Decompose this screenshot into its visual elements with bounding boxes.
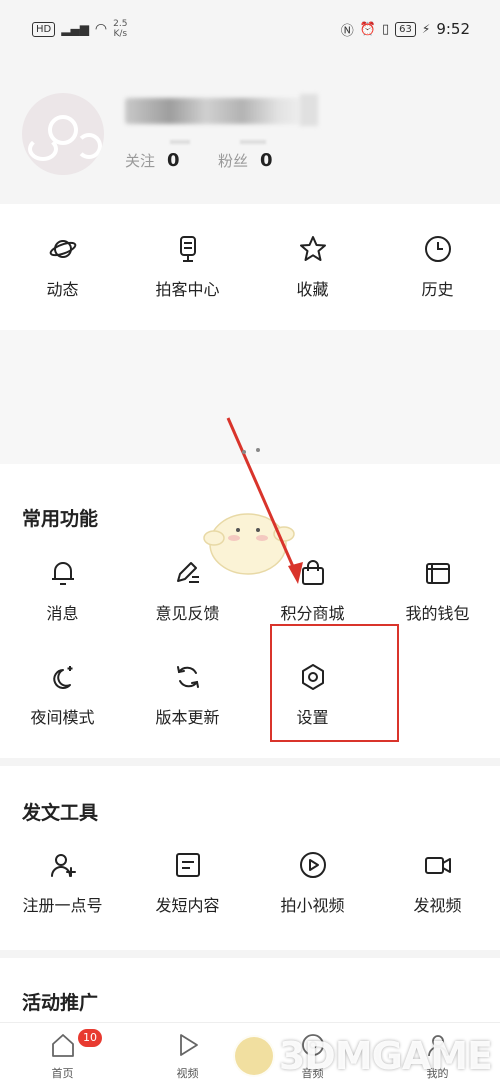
shortcut-label: 动态 [46,280,79,299]
blur-mark-2 [240,140,266,144]
shortcut-label: 收藏 [296,280,329,299]
watermark-text: 3DMGAME [278,1034,493,1078]
avatar-decor-right [76,133,102,159]
section-title: 发文工具 [22,802,99,824]
avatar-decor-left [28,137,58,161]
section-title: 活动推广 [22,992,99,1014]
add-user-icon [48,850,78,880]
shortcut-row: 动态 拍客中心 收藏 历史 [0,234,500,300]
shortcut-label: 历史 [421,280,454,299]
speed-unit: K/s [113,29,128,39]
menu-messages[interactable]: 消息 [0,558,125,624]
menu-label: 积分商城 [280,604,345,623]
blur-mark [170,140,190,144]
username-blurred-tail [300,94,318,126]
menu-wallet[interactable]: 我的钱包 [375,558,500,624]
nfc-icon: Ⓝ [340,23,354,39]
vibrate-icon: ▯ [381,21,390,37]
tools-row: 注册一点号 发短内容 拍小视频 发视频 [0,850,500,916]
alarm-icon: ⏰ [359,21,376,37]
avatar[interactable] [22,93,104,175]
planet-icon [48,234,78,264]
profile-header: 关注 0 粉丝 0 [0,58,500,204]
tool-post-video[interactable]: 发视频 [375,850,500,916]
settings-highlight-box [270,624,399,742]
hd-indicator: HD [32,21,56,37]
video-camera-icon [423,850,453,880]
status-bar-left: HD ▂▄▆ ◠ 2.5 K/s [32,19,127,39]
play-icon [174,1031,202,1063]
fans-stat[interactable]: 粉丝 0 [218,150,273,171]
battery-indicator: 63 [395,21,416,37]
menu-night-mode[interactable]: 夜间模式 [0,662,125,728]
microphone-icon [173,234,203,264]
menu-version-update[interactable]: 版本更新 [125,662,250,728]
clock-time: 9:52 [436,20,470,38]
refresh-icon [173,662,203,692]
wallet-icon [423,558,453,588]
menu-label: 夜间模式 [30,708,95,727]
banner-area [0,330,500,464]
speed-value: 2.5 [113,19,128,29]
common-functions-card: 常用功能 消息 意见反馈 积分商城 我的钱包 夜间模式 版本更新 设置 [0,464,500,758]
tool-register-yidian[interactable]: 注册一点号 [0,850,125,916]
moon-icon [48,662,78,692]
notification-badge: 10 [78,1029,102,1047]
shortcut-paike-center[interactable]: 拍客中心 [125,234,250,300]
fans-label: 粉丝 [218,152,249,170]
signal-icon: ▂▄▆ [61,22,89,36]
menu-feedback[interactable]: 意见反馈 [125,558,250,624]
watermark: 3DMGAME [232,1034,493,1078]
follow-count: 0 [167,150,180,171]
clock-icon [423,234,453,264]
play-circle-icon [298,850,328,880]
shopping-bag-icon [298,558,328,588]
tool-label: 注册一点号 [22,896,103,915]
tool-label: 发短内容 [155,896,220,915]
menu-label: 消息 [46,604,79,623]
menu-points-mall[interactable]: 积分商城 [250,558,375,624]
shortcut-favorites[interactable]: 收藏 [250,234,375,300]
nav-label: 视频 [176,1067,199,1080]
status-bar: HD ▂▄▆ ◠ 2.5 K/s Ⓝ ⏰ ▯ 63 ⚡ 9:52 [0,0,500,58]
tool-short-video[interactable]: 拍小视频 [250,850,375,916]
charging-icon: ⚡ [421,22,431,36]
follow-label: 关注 [125,152,156,170]
home-icon [49,1031,77,1063]
status-bar-right: Ⓝ ⏰ ▯ 63 ⚡ 9:52 [341,20,470,39]
common-row-1: 消息 意见反馈 积分商城 我的钱包 [0,558,500,624]
shortcut-history[interactable]: 历史 [375,234,500,300]
shortcut-card: 动态 拍客中心 收藏 历史 [0,204,500,330]
nav-label: 首页 [51,1067,74,1080]
menu-label: 我的钱包 [405,604,470,623]
fans-count: 0 [260,150,273,171]
tool-label: 拍小视频 [280,896,345,915]
username-blurred[interactable] [125,98,305,124]
star-icon [298,234,328,264]
section-title: 常用功能 [22,508,99,530]
bell-icon [48,558,78,588]
wifi-icon: ◠ [94,21,108,37]
menu-label: 意见反馈 [155,604,220,623]
publishing-tools-card: 发文工具 注册一点号 发短内容 拍小视频 发视频 [0,766,500,950]
note-icon [173,850,203,880]
nav-home[interactable]: 10 首页 [0,1023,125,1084]
nav-video[interactable]: 视频 [125,1023,250,1084]
shortcut-dynamic[interactable]: 动态 [0,234,125,300]
watermark-logo-icon [232,1035,275,1077]
tool-short-content[interactable]: 发短内容 [125,850,250,916]
edit-icon [173,558,203,588]
tool-label: 发视频 [413,896,462,915]
network-speed: 2.5 K/s [113,19,127,39]
shortcut-label: 拍客中心 [155,280,220,299]
common-row-2: 夜间模式 版本更新 设置 [0,662,500,728]
menu-label: 版本更新 [155,708,220,727]
follow-stat[interactable]: 关注 0 [125,150,180,171]
